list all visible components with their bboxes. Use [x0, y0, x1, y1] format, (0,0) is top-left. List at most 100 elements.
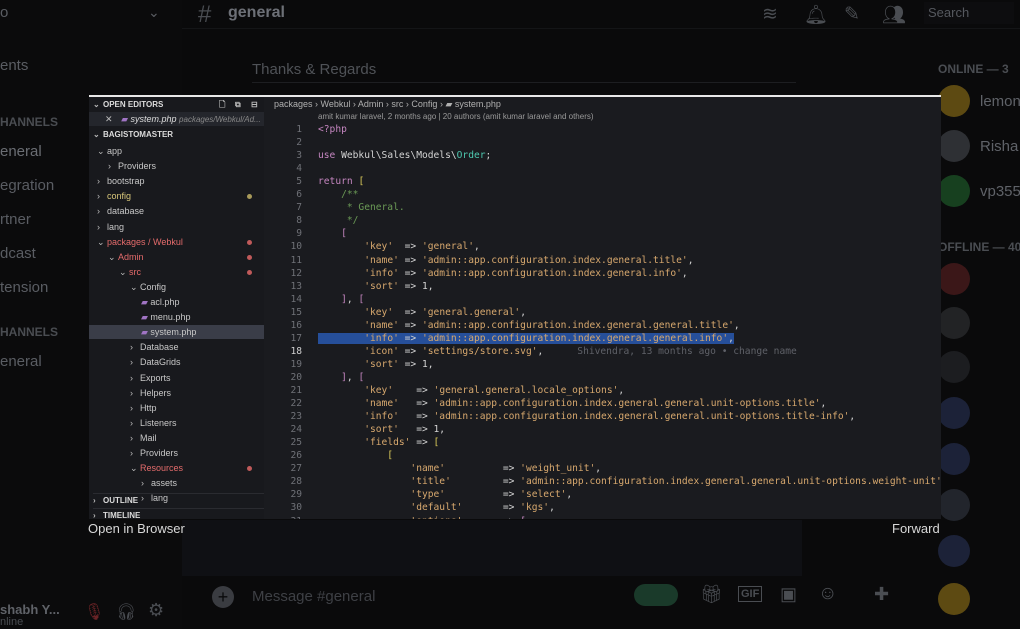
folder-item[interactable]: › Providers	[89, 446, 264, 460]
close-icon[interactable]: ✕	[105, 114, 113, 124]
folder-item[interactable]: › DataGrids	[89, 355, 264, 369]
folder-item[interactable]: › Mail	[89, 431, 264, 445]
code-line[interactable]: 'info' => 'admin::app.configuration.inde…	[318, 332, 734, 345]
code-line[interactable]: * General.	[318, 201, 405, 214]
code-line[interactable]: /**	[318, 188, 358, 201]
channel-item[interactable]: egration	[0, 177, 54, 194]
code-line[interactable]: 'key' => 'general.general.locale_options…	[318, 384, 624, 397]
folder-item[interactable]: › assets	[89, 476, 264, 490]
channel-item[interactable]: eneral	[0, 143, 42, 160]
mute-icon[interactable]: 🎙︎	[84, 602, 104, 622]
folder-item[interactable]: › Database	[89, 340, 264, 354]
code-line[interactable]: 'icon' => 'settings/store.svg', Shivendra…	[318, 345, 797, 358]
code-line[interactable]: 'title' => 'admin::app.configuration.ind…	[318, 475, 941, 488]
code-line[interactable]: 'default' => 'kgs',	[318, 501, 554, 514]
code-line[interactable]: 'key' => 'general',	[318, 240, 480, 253]
file-item[interactable]: ▰ acl.php	[89, 295, 264, 309]
folder-item[interactable]: ⌄ Resources	[89, 461, 264, 475]
headphones-icon[interactable]: 🎧︎	[116, 602, 136, 622]
code-line[interactable]: 'sort' => 1,	[318, 423, 445, 436]
code-line[interactable]: <?php	[318, 123, 347, 136]
code-editor[interactable]: packages › Webkul › Admin › src › Config…	[264, 97, 941, 519]
channel-category[interactable]: HANNELS	[0, 115, 58, 129]
plus-icon[interactable]: +	[212, 586, 234, 608]
code-line[interactable]: 'sort' => 1,	[318, 280, 433, 293]
gif-icon[interactable]: GIF	[738, 586, 763, 602]
nitro-icon[interactable]	[634, 584, 678, 606]
member-item[interactable]	[938, 488, 980, 522]
file-item[interactable]: ▰ menu.php	[89, 310, 264, 324]
folder-item[interactable]: › lang	[89, 220, 264, 234]
code-line[interactable]: [	[318, 449, 393, 462]
member-item[interactable]	[938, 262, 980, 296]
new-file-icon[interactable]: 🗋︎	[219, 98, 225, 112]
folder-item[interactable]: › Providers	[89, 159, 264, 173]
code-line[interactable]: 'options' => [	[318, 515, 526, 520]
gift-icon[interactable]: 🎁︎	[700, 584, 723, 605]
folder-item[interactable]: › database	[89, 204, 264, 218]
folder-item[interactable]: › config	[89, 189, 264, 203]
code-line[interactable]: 'name' => 'admin::app.configuration.inde…	[318, 254, 693, 267]
folder-item[interactable]: › Helpers	[89, 386, 264, 400]
outline-header[interactable]: › OUTLINE	[93, 493, 264, 508]
sticker-icon[interactable]: ▣	[780, 584, 797, 605]
code-line[interactable]: 'key' => 'general.general',	[318, 306, 526, 319]
code-line[interactable]: 'name' => 'admin::app.configuration.inde…	[318, 319, 739, 332]
channel-category[interactable]: HANNELS	[0, 325, 58, 339]
blame-annotation[interactable]: amit kumar laravel, 2 months ago | 20 au…	[318, 112, 594, 121]
folder-item[interactable]: › bootstrap	[89, 174, 264, 188]
code-line[interactable]: 'name' => 'admin::app.configuration.inde…	[318, 397, 826, 410]
message-input[interactable]: Message #general	[252, 588, 375, 605]
member-item[interactable]	[938, 306, 980, 340]
code-line[interactable]: 'info' => 'admin::app.configuration.inde…	[318, 267, 687, 280]
code-line[interactable]: ], [	[318, 371, 364, 384]
pin-icon[interactable]: ✎	[844, 3, 860, 26]
code-line[interactable]: 'type' => 'select',	[318, 488, 572, 501]
search-input[interactable]: Search	[924, 2, 1014, 24]
channel-item[interactable]: rtner	[0, 211, 31, 228]
code-line[interactable]: ], [	[318, 293, 364, 306]
member-item[interactable]	[938, 396, 980, 430]
collapse-icon[interactable]: ⊟	[251, 98, 258, 112]
member-item[interactable]	[938, 350, 980, 384]
member-item[interactable]: Risha	[938, 129, 1018, 163]
timeline-header[interactable]: › TIMELINE	[93, 508, 264, 519]
open-editor-item[interactable]: ✕ ▰ system.php packages/Webkul/Ad...	[89, 112, 264, 126]
members-icon[interactable]: 👥︎	[882, 3, 906, 27]
channel-item[interactable]: eneral	[0, 353, 42, 370]
member-item[interactable]	[938, 442, 980, 476]
apps-icon[interactable]: ✚	[874, 584, 889, 605]
open-in-browser-link[interactable]: Open in Browser	[88, 521, 185, 536]
code-line[interactable]: use Webkul\Sales\Models\Order;	[318, 149, 491, 162]
code-line[interactable]: */	[318, 214, 359, 227]
folder-item[interactable]: ⌄ app	[89, 144, 264, 158]
folder-item[interactable]: › Exports	[89, 371, 264, 385]
member-item[interactable]	[938, 582, 980, 616]
code-line[interactable]: 'sort' => 1,	[318, 358, 433, 371]
open-editors-header[interactable]: ⌄ OPEN EDITORS 🗋︎ ⧉ ⊟	[93, 98, 264, 112]
forward-link[interactable]: Forward	[892, 521, 940, 536]
folder-item[interactable]: › Http	[89, 401, 264, 415]
member-item[interactable]	[938, 534, 980, 568]
project-header[interactable]: ⌄ BAGISTOMASTER	[93, 128, 173, 142]
member-item[interactable]: lemon	[938, 84, 1020, 118]
threads-icon[interactable]: ≋	[762, 3, 778, 26]
file-item[interactable]: ▰ system.php	[89, 325, 264, 340]
emoji-icon[interactable]: ☺	[818, 583, 837, 605]
folder-item[interactable]: › Listeners	[89, 416, 264, 430]
code-line[interactable]: return [	[318, 175, 364, 188]
folder-item[interactable]: ⌄ Config	[89, 280, 264, 294]
member-item[interactable]: vp355	[938, 174, 1020, 208]
channel-item[interactable]: dcast	[0, 245, 36, 262]
folder-item[interactable]: ⌄ packages / Webkul	[89, 235, 264, 249]
folder-item[interactable]: ⌄ src	[89, 265, 264, 279]
folder-item[interactable]: ⌄ Admin	[89, 250, 264, 264]
code-line[interactable]: 'name' => 'weight_unit',	[318, 462, 601, 475]
image-preview[interactable]: ⌄ OPEN EDITORS 🗋︎ ⧉ ⊟ ✕ ▰ system.php pack…	[89, 95, 941, 519]
bell-icon[interactable]: 🔔︎	[804, 3, 828, 27]
code-line[interactable]: [	[318, 227, 347, 240]
channel-item[interactable]: ents	[0, 57, 28, 74]
chevron-down-icon[interactable]: ⌄	[148, 4, 160, 21]
code-line[interactable]: 'info' => 'admin::app.configuration.inde…	[318, 410, 855, 423]
code-line[interactable]: 'fields' => [	[318, 436, 439, 449]
